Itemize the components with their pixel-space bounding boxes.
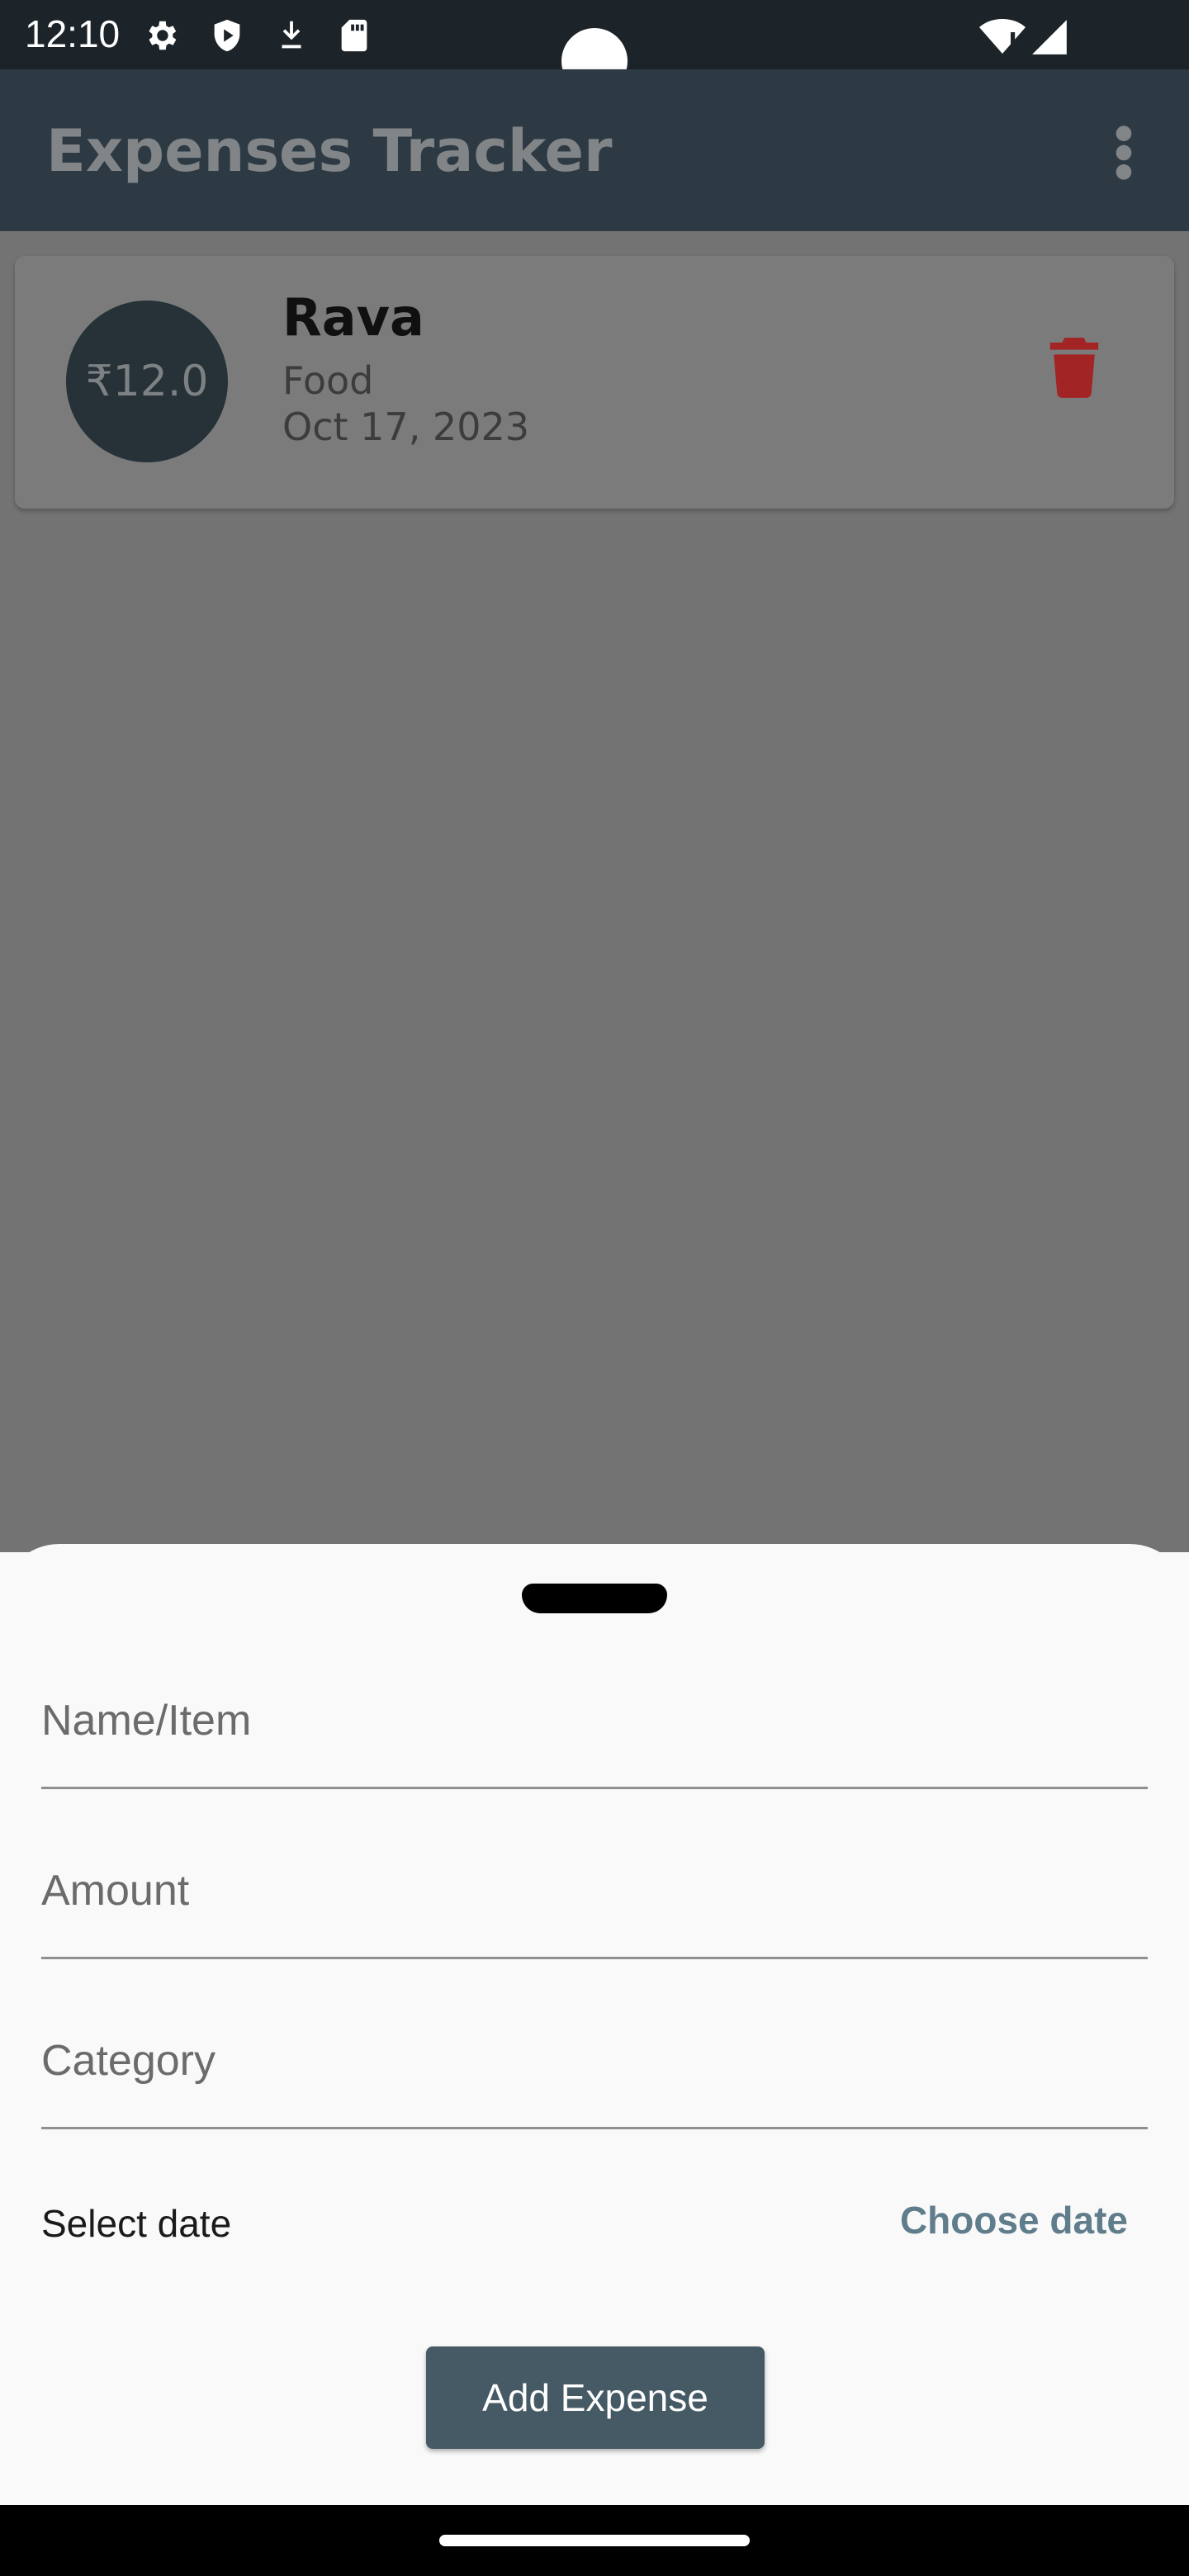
name-input[interactable] <box>41 1655 1148 1787</box>
shield-play-icon <box>214 19 240 52</box>
select-date-label: Select date <box>41 2202 232 2245</box>
status-time: 12:10 <box>25 12 121 55</box>
gear-icon <box>149 21 177 50</box>
expense-list: ₹12.0 Rava Food Oct 17, 2023 <box>0 231 1189 1552</box>
amount-input[interactable] <box>41 1825 1148 1957</box>
app-bar: Expenses Tracker <box>0 69 1189 231</box>
amount-avatar: ₹12.0 <box>66 301 228 462</box>
expense-name: Rava <box>282 287 424 348</box>
expense-amount: ₹12.0 <box>85 357 209 406</box>
screen: 12:10 Expenses Tracker ₹12.0 Rava Food O… <box>0 0 1189 2576</box>
add-expense-sheet: Select date Choose date Add Expense <box>0 1544 1189 2505</box>
expense-card[interactable]: ₹12.0 Rava Food Oct 17, 2023 <box>15 256 1174 509</box>
status-bar: 12:10 <box>0 0 1189 94</box>
category-input[interactable] <box>41 1995 1148 2127</box>
navigation-bar <box>0 2505 1189 2576</box>
download-icon <box>282 21 301 49</box>
name-field <box>41 1655 1148 1789</box>
expense-date: Oct 17, 2023 <box>282 405 529 449</box>
category-field <box>41 1995 1148 2129</box>
delete-icon[interactable] <box>1045 335 1103 398</box>
sd-card-icon <box>341 19 367 52</box>
signal-icon <box>1032 20 1067 54</box>
home-gesture-handle[interactable] <box>439 2535 750 2546</box>
amount-field <box>41 1825 1148 1959</box>
expense-category: Food <box>282 358 374 403</box>
app-title: Expenses Tracker <box>46 117 613 185</box>
wifi-icon <box>979 19 1026 54</box>
add-expense-button[interactable]: Add Expense <box>426 2346 765 2449</box>
choose-date-button[interactable]: Choose date <box>900 2198 1128 2242</box>
more-vertical-icon[interactable] <box>1110 124 1138 182</box>
sheet-drag-handle[interactable] <box>522 1584 667 1613</box>
